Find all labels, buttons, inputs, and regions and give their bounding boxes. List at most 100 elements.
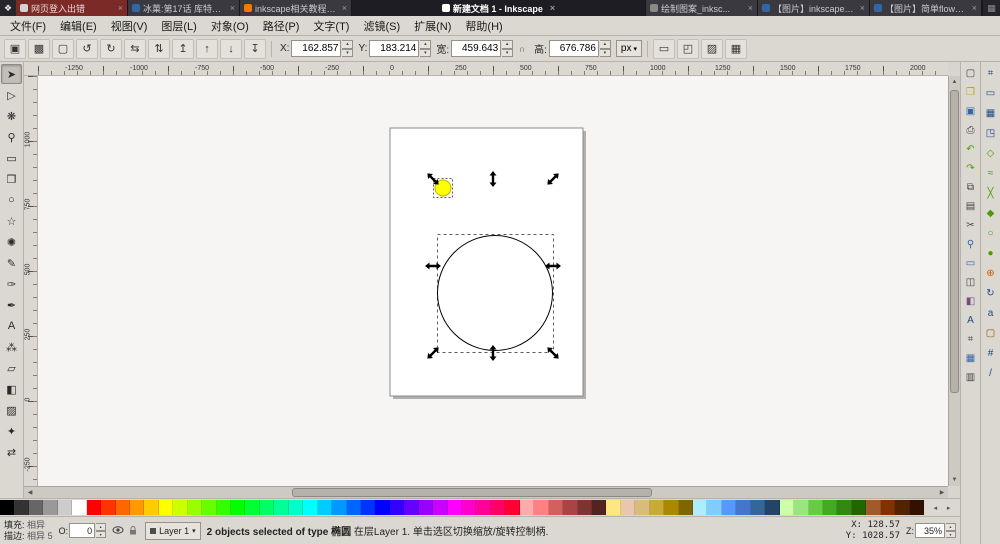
print-document-button[interactable]: ⎙ (962, 122, 979, 138)
palette-swatch[interactable] (794, 500, 808, 515)
palette-swatch[interactable] (852, 500, 866, 515)
calligraphy-tool[interactable]: ✒ (1, 295, 22, 315)
scroll-right-icon[interactable]: ▶ (936, 487, 948, 498)
menu-item[interactable]: 文件(F) (3, 16, 53, 36)
layer-lock-icon[interactable] (127, 524, 139, 538)
tab-close-icon[interactable]: × (118, 3, 123, 13)
node-editor-tool[interactable]: ▷ (1, 85, 22, 105)
save-document-button[interactable]: ▣ (962, 103, 979, 119)
affect-gradient-toggle[interactable]: ▨ (701, 39, 723, 59)
palette-swatch[interactable] (722, 500, 736, 515)
redo-button[interactable]: ↷ (962, 160, 979, 176)
zoom-page-button[interactable]: ▭ (962, 255, 979, 271)
x-spinner[interactable]: ▴▾ (342, 40, 353, 57)
snap-nodes-toggle[interactable]: ◇ (982, 145, 999, 161)
snap-page-border-toggle[interactable]: ▢ (982, 325, 999, 341)
tab-close-icon[interactable]: × (342, 3, 347, 13)
palette-swatch[interactable] (823, 500, 837, 515)
palette-swatch[interactable] (780, 500, 794, 515)
zoom-drawing-button[interactable]: ⚲ (962, 236, 979, 252)
palette-swatch[interactable] (650, 500, 664, 515)
palette-swatch[interactable] (188, 500, 202, 515)
palette-swatch[interactable] (217, 500, 231, 515)
horizontal-scrollbar[interactable]: ◀ ▶ (24, 486, 948, 498)
pencil-tool[interactable]: ✎ (1, 253, 22, 273)
y-input[interactable]: 183.214 (369, 40, 419, 57)
palette-swatch[interactable] (433, 500, 447, 515)
palette-swatch[interactable] (505, 500, 519, 515)
launcher-icon[interactable]: ❖ (0, 0, 16, 16)
palette-swatch[interactable] (303, 500, 317, 515)
y-spinner[interactable]: ▴▾ (420, 40, 431, 57)
unit-dropdown[interactable]: px ▾ (616, 40, 642, 57)
palette-swatch[interactable] (664, 500, 678, 515)
affect-pattern-toggle[interactable]: ▦ (725, 39, 747, 59)
menu-item[interactable]: 扩展(N) (407, 16, 458, 36)
bezier-pen-tool[interactable]: ✑ (1, 274, 22, 294)
tab-close-icon[interactable]: × (748, 3, 753, 13)
palette-swatch[interactable] (318, 500, 332, 515)
paint-bucket-tool[interactable]: ◧ (1, 379, 22, 399)
zoom-tool[interactable]: ⚲ (1, 127, 22, 147)
palette-swatch[interactable] (491, 500, 505, 515)
spray-tool[interactable]: ⁂ (1, 337, 22, 357)
affect-corners-toggle[interactable]: ◰ (677, 39, 699, 59)
spiral-tool[interactable]: ✺ (1, 232, 22, 252)
canvas-viewport[interactable] (38, 76, 948, 486)
palette-swatch[interactable] (231, 500, 245, 515)
palette-swatch[interactable] (101, 500, 115, 515)
palette-swatch[interactable] (563, 500, 577, 515)
select-all-layers-button[interactable]: ▩ (28, 39, 50, 59)
window-tab[interactable]: 【图片】inkscape实例bolo...× (758, 0, 870, 16)
snap-grid-toggle[interactable]: # (982, 345, 999, 361)
vertical-scrollbar-thumb[interactable] (950, 90, 959, 393)
lower-button[interactable]: ↓ (220, 39, 242, 59)
large-circle-object[interactable] (438, 236, 553, 351)
palette-swatch[interactable] (245, 500, 259, 515)
menu-item[interactable]: 路径(P) (256, 16, 307, 36)
snap-bbox-edges-toggle[interactable]: ▦ (982, 105, 999, 121)
flip-vertical-button[interactable]: ⇅ (148, 39, 170, 59)
menu-item[interactable]: 对象(O) (204, 16, 256, 36)
duplicate-button[interactable]: ◫ (962, 274, 979, 290)
cut-button[interactable]: ✂ (962, 217, 979, 233)
palette-swatch[interactable] (29, 500, 43, 515)
palette-swatch[interactable] (14, 500, 28, 515)
palette-swatch[interactable] (476, 500, 490, 515)
zoom-spinner[interactable]: ▴▾ (946, 523, 956, 538)
palette-swatch[interactable] (693, 500, 707, 515)
palette-swatch[interactable] (736, 500, 750, 515)
window-tab[interactable]: 冰菓:第17话 库特利亚芙卡× (128, 0, 240, 16)
paste-button[interactable]: ▤ (962, 198, 979, 214)
palette-swatch[interactable] (130, 500, 144, 515)
opacity-input[interactable]: 0 (69, 523, 95, 538)
palette-swatch[interactable] (173, 500, 187, 515)
palette-swatch[interactable] (58, 500, 72, 515)
palette-swatch[interactable] (43, 500, 57, 515)
snap-intersections-toggle[interactable]: ╳ (982, 185, 999, 201)
palette-swatch[interactable] (202, 500, 216, 515)
width-input[interactable]: 459.643 (451, 40, 501, 57)
text-dialog-button[interactable]: A (962, 312, 979, 328)
menu-item[interactable]: 帮助(H) (458, 16, 509, 36)
x-input[interactable]: 162.857 (291, 40, 341, 57)
tab-close-icon[interactable]: × (972, 3, 977, 13)
snap-rotation-centers-toggle[interactable]: ↻ (982, 285, 999, 301)
palette-swatch[interactable] (87, 500, 101, 515)
palette-left-icon[interactable]: ◂ (934, 504, 938, 512)
snap-enable-toggle[interactable]: ⌗ (982, 65, 999, 81)
snap-cusp-nodes-toggle[interactable]: ◆ (982, 205, 999, 221)
palette-swatch[interactable] (751, 500, 765, 515)
window-tab[interactable]: 绘制图案_inksc...× (646, 0, 758, 16)
ellipse-tool[interactable]: ○ (1, 190, 22, 210)
xml-editor-button[interactable]: ⌗ (962, 331, 979, 347)
snap-text-baseline-toggle[interactable]: a (982, 305, 999, 321)
box-3d-tool[interactable]: ❒ (1, 169, 22, 189)
lock-ratio-icon[interactable]: ∩ (515, 40, 529, 57)
dropper-tool[interactable]: ✦ (1, 421, 22, 441)
lower-to-bottom-button[interactable]: ↧ (244, 39, 266, 59)
open-document-button[interactable]: ❐ (962, 84, 979, 100)
scroll-down-icon[interactable]: ▼ (949, 474, 960, 486)
select-all-button[interactable]: ▣ (4, 39, 26, 59)
layers-dialog-button[interactable]: ▥ (962, 369, 979, 385)
